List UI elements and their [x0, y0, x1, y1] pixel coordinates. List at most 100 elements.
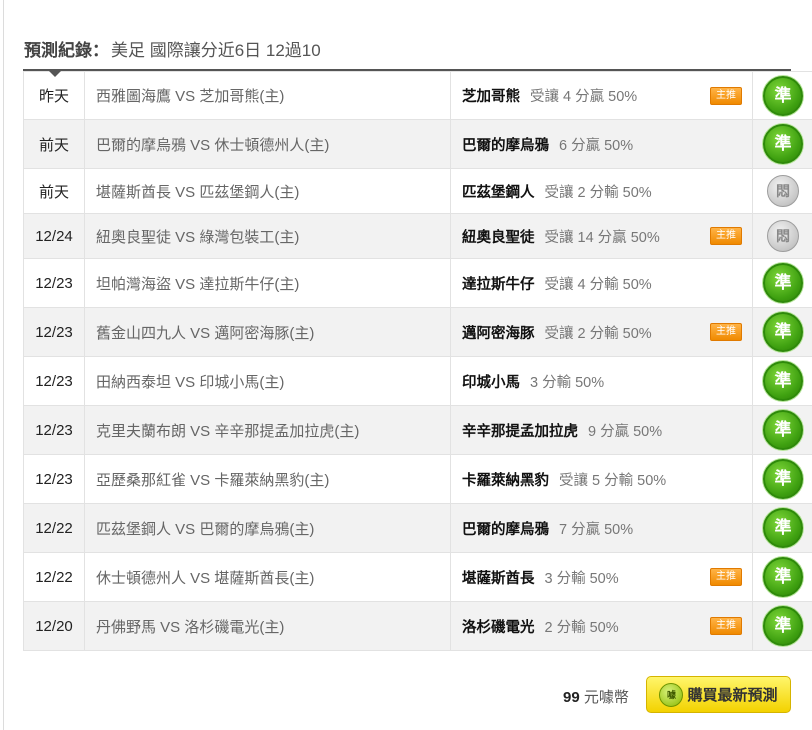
row-result: 準 [752, 503, 812, 553]
row-pointer-icon [49, 71, 61, 77]
row-match: 堪薩斯酋長 VS 匹茲堡鋼人(主) [84, 168, 451, 214]
push-result-badge: 悶 [767, 220, 799, 252]
row-date: 12/23 [23, 356, 85, 406]
price-value: 99 [563, 689, 580, 706]
row-date: 12/24 [23, 213, 85, 259]
price-unit: 元噱幣 [583, 689, 629, 706]
featured-pick-badge: 主推 [710, 617, 742, 635]
row-date: 前天 [23, 168, 85, 214]
table-row: 12/23 舊金山四九人 VS 邁阿密海豚(主) 邁阿密海豚 受讓 2 分輸 50% 主… [23, 307, 812, 357]
buy-latest-prediction-button[interactable]: 噱 購買最新預測 [646, 676, 791, 713]
pick-team: 辛辛那提孟加拉虎 [462, 423, 578, 440]
coin-icon: 噱 [659, 682, 684, 707]
correct-result-badge: 準 [763, 606, 803, 646]
row-match: 匹茲堡鋼人 VS 巴爾的摩烏鴉(主) [84, 503, 451, 553]
price: 99 元噱幣 [563, 686, 629, 707]
pick-team: 巴爾的摩烏鴉 [462, 521, 549, 538]
table-row: 12/20 丹佛野馬 VS 洛杉磯電光(主) 洛杉磯電光 2 分輸 50% 主推 準 [23, 601, 812, 651]
correct-result-badge: 準 [763, 263, 803, 303]
row-result: 準 [752, 454, 812, 504]
pick-team: 芝加哥熊 [462, 89, 520, 105]
pick-detail: 6 分贏 50% [559, 137, 634, 154]
row-pick: 芝加哥熊 受讓 4 分贏 50% 主推 [450, 71, 753, 120]
table-row: 12/22 匹茲堡鋼人 VS 巴爾的摩烏鴉(主) 巴爾的摩烏鴉 7 分贏 50% 準 [23, 503, 812, 553]
correct-result-badge: 準 [763, 508, 803, 548]
prediction-rows: 昨天 西雅圖海鷹 VS 芝加哥熊(主) 芝加哥熊 受讓 4 分贏 50% 主推準前天 巴爾… [23, 71, 812, 651]
row-pick: 邁阿密海豚 受讓 2 分輸 50% 主推 [450, 307, 753, 357]
featured-pick-badge: 主推 [710, 568, 742, 586]
correct-result-badge: 準 [763, 557, 803, 597]
row-match: 亞歷桑那紅雀 VS 卡羅萊納黑豹(主) [84, 454, 451, 504]
pick-team: 紐奧良聖徒 [462, 229, 535, 246]
row-pick: 印城小馬 3 分輸 50% [450, 356, 753, 406]
row-date: 12/23 [23, 405, 85, 455]
pick-detail: 3 分輸 50% [544, 570, 619, 587]
pick-detail: 2 分輸 50% [544, 619, 619, 636]
pick-team: 洛杉磯電光 [462, 619, 535, 636]
page-title: 預測紀錄： 美足 國際讓分近6日 12過10 [24, 36, 321, 61]
pick-detail: 9 分贏 50% [588, 423, 663, 440]
row-date: 12/23 [23, 258, 85, 308]
row-pick: 巴爾的摩烏鴉 6 分贏 50% [450, 119, 753, 169]
buy-button-label: 購買最新預測 [687, 687, 778, 704]
correct-result-badge: 準 [763, 75, 803, 116]
row-result: 準 [752, 601, 812, 651]
row-result: 準 [752, 405, 812, 455]
correct-result-badge: 準 [763, 410, 803, 450]
pick-detail: 受讓 14 分贏 50% [544, 229, 660, 246]
correct-result-badge: 準 [763, 124, 803, 164]
row-result: 準 [752, 552, 812, 602]
row-match: 巴爾的摩烏鴉 VS 休士頓德州人(主) [84, 119, 451, 169]
pick-detail: 7 分贏 50% [559, 521, 634, 538]
row-result: 準 [752, 119, 812, 169]
row-result: 準 [752, 71, 812, 120]
row-date: 昨天 [23, 71, 85, 120]
table-row: 前天 巴爾的摩烏鴉 VS 休士頓德州人(主) 巴爾的摩烏鴉 6 分贏 50% 準 [23, 119, 812, 169]
row-pick: 紐奧良聖徒 受讓 14 分贏 50% 主推 [450, 213, 753, 259]
table-row: 前天 堪薩斯酋長 VS 匹茲堡鋼人(主) 匹茲堡鋼人 受讓 2 分輸 50% 悶 [23, 168, 812, 214]
row-match: 丹佛野馬 VS 洛杉磯電光(主) [84, 601, 451, 651]
pick-detail: 受讓 4 分輸 50% [544, 276, 652, 293]
table-row: 12/22 休士頓德州人 VS 堪薩斯酋長(主) 堪薩斯酋長 3 分輸 50% 主推 準 [23, 552, 812, 602]
table-row: 昨天 西雅圖海鷹 VS 芝加哥熊(主) 芝加哥熊 受讓 4 分贏 50% 主推 準 [23, 71, 812, 120]
featured-pick-badge: 主推 [710, 227, 742, 245]
table-row: 12/23 坦帕灣海盜 VS 達拉斯牛仔(主) 達拉斯牛仔 受讓 4 分輸 50% 準 [23, 258, 812, 308]
pick-team: 印城小馬 [462, 374, 520, 391]
table-row: 12/23 田納西泰坦 VS 印城小馬(主) 印城小馬 3 分輸 50% 準 [23, 356, 812, 406]
row-match: 紐奧良聖徒 VS 綠灣包裝工(主) [84, 213, 451, 259]
row-pick: 達拉斯牛仔 受讓 4 分輸 50% [450, 258, 753, 308]
row-date: 12/22 [23, 552, 85, 602]
row-pick: 洛杉磯電光 2 分輸 50% 主推 [450, 601, 753, 651]
correct-result-badge: 準 [763, 361, 803, 401]
row-match: 坦帕灣海盜 VS 達拉斯牛仔(主) [84, 258, 451, 308]
featured-pick-badge: 主推 [710, 323, 742, 341]
row-date: 前天 [23, 119, 85, 169]
row-pick: 匹茲堡鋼人 受讓 2 分輸 50% [450, 168, 753, 214]
row-date: 12/22 [23, 503, 85, 553]
row-result: 悶 [752, 213, 812, 259]
row-match: 西雅圖海鷹 VS 芝加哥熊(主) [84, 71, 451, 120]
frame-border [3, 0, 4, 730]
row-pick: 巴爾的摩烏鴉 7 分贏 50% [450, 503, 753, 553]
row-date: 12/23 [23, 307, 85, 357]
pick-detail: 受讓 2 分輸 50% [544, 325, 652, 342]
row-match: 休士頓德州人 VS 堪薩斯酋長(主) [84, 552, 451, 602]
prediction-record-table: 昨天 西雅圖海鷹 VS 芝加哥熊(主) 芝加哥熊 受讓 4 分贏 50% 主推準前天 巴爾… [23, 71, 812, 651]
featured-pick-badge: 主推 [710, 86, 742, 105]
pick-detail: 受讓 2 分輸 50% [544, 184, 652, 201]
table-row: 12/23 亞歷桑那紅雀 VS 卡羅萊納黑豹(主) 卡羅萊納黑豹 受讓 5 分輸 50… [23, 454, 812, 504]
push-result-badge: 悶 [767, 175, 799, 207]
row-pick: 堪薩斯酋長 3 分輸 50% 主推 [450, 552, 753, 602]
pick-detail: 受讓 5 分輸 50% [559, 472, 667, 489]
row-match: 克里夫蘭布朗 VS 辛辛那提孟加拉虎(主) [84, 405, 451, 455]
pick-team: 邁阿密海豚 [462, 325, 535, 342]
correct-result-badge: 準 [763, 459, 803, 499]
row-match: 田納西泰坦 VS 印城小馬(主) [84, 356, 451, 406]
table-row: 12/24 紐奧良聖徒 VS 綠灣包裝工(主) 紐奧良聖徒 受讓 14 分贏 50% 主… [23, 213, 812, 259]
row-pick: 卡羅萊納黑豹 受讓 5 分輸 50% [450, 454, 753, 504]
pick-team: 達拉斯牛仔 [462, 276, 535, 293]
pick-team: 卡羅萊納黑豹 [462, 472, 549, 489]
row-result: 準 [752, 356, 812, 406]
row-result: 準 [752, 258, 812, 308]
table-row: 12/23 克里夫蘭布朗 VS 辛辛那提孟加拉虎(主) 辛辛那提孟加拉虎 9 分贏 5… [23, 405, 812, 455]
